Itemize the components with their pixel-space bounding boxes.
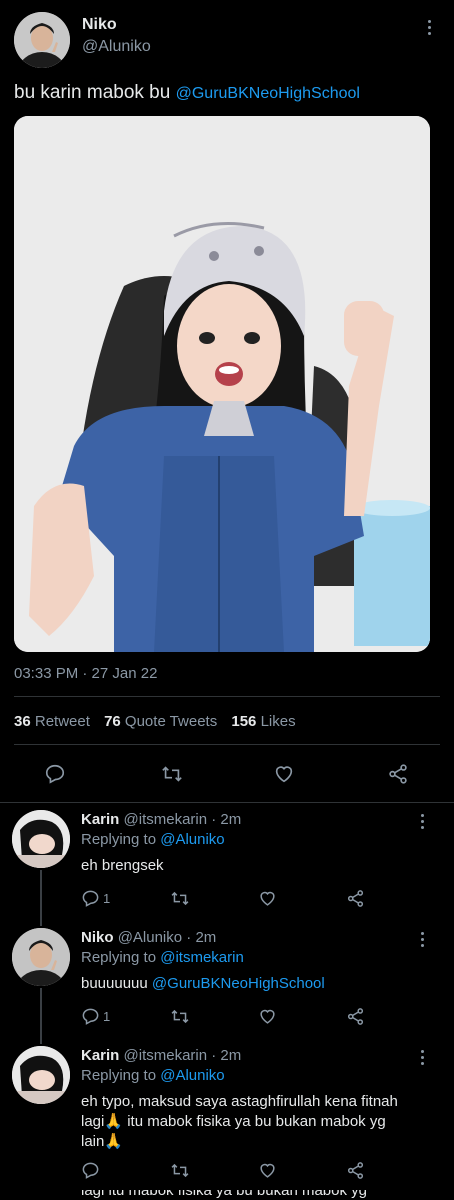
reply-display-name[interactable]: Niko xyxy=(81,929,114,946)
retweet-icon[interactable] xyxy=(160,763,184,785)
like-icon[interactable] xyxy=(273,763,295,785)
reply-text-line: lain🙏 xyxy=(81,1132,441,1152)
quote-tweets-label: Quote Tweets xyxy=(124,713,218,730)
reply-text-fragment: itu mabok fisika ya bu bukan mabok yg xyxy=(123,1113,386,1130)
author-avatar[interactable] xyxy=(14,12,70,68)
reply-text: eh brengsek xyxy=(81,857,164,874)
tweet-text-plain: bu karin mabok bu xyxy=(14,82,171,103)
author-display-name[interactable]: Niko xyxy=(82,16,117,34)
tweet-text: bu karin mabok bu @GuruBKNeoHighSchool xyxy=(14,82,360,104)
replying-to-link[interactable]: @itsmekarin xyxy=(160,949,244,966)
replying-to-label: Replying to xyxy=(81,831,157,848)
reply-meta[interactable]: @itsmekarin · 2m xyxy=(124,811,242,828)
replying-to-label: Replying to xyxy=(81,1067,157,1084)
replying-to-label: Replying to xyxy=(81,949,157,966)
reply-text: buuuuuuu @GuruBKNeoHighSchool xyxy=(81,974,325,994)
reply-display-name[interactable]: Karin xyxy=(81,1047,119,1064)
pray-emoji: 🙏 xyxy=(104,1133,124,1150)
reply-avatar[interactable] xyxy=(12,928,70,986)
tweet-timestamp[interactable]: 03:33 PM · 27 Jan 22 xyxy=(14,665,157,682)
retweet-count: 36 xyxy=(14,713,31,730)
reply-count: 1 xyxy=(103,891,111,906)
reply-icon[interactable]: 1 xyxy=(81,1007,110,1026)
reply-text-line: lagi🙏 itu mabok fisika ya bu bukan mabok… xyxy=(81,1112,441,1132)
retweet-label: Retweet xyxy=(34,713,90,730)
retweet-icon[interactable] xyxy=(170,889,190,908)
reply-mention-link[interactable]: @GuruBKNeoHighSchool xyxy=(152,975,325,992)
reply-text-fragment: lain xyxy=(81,1133,105,1150)
clipped-text: lagi itu mabok fisika ya bu bukan mabok … xyxy=(81,1190,367,1199)
tweet-stats: 36 Retweet 76 Quote Tweets 156 Likes xyxy=(14,713,296,730)
like-icon[interactable] xyxy=(258,1161,277,1180)
share-icon[interactable] xyxy=(346,1007,365,1026)
retweet-icon[interactable] xyxy=(170,1007,190,1026)
quote-tweets-stat[interactable]: 76 Quote Tweets xyxy=(104,713,221,730)
tweet-mention-link[interactable]: @GuruBKNeoHighSchool xyxy=(176,85,360,102)
reply-text-plain: buuuuuuu xyxy=(81,975,148,992)
likes-count: 156 xyxy=(231,713,257,730)
reply-header: Karin @itsmekarin · 2m xyxy=(81,1047,241,1064)
reply-avatar[interactable] xyxy=(12,1046,70,1104)
reply-icon[interactable] xyxy=(44,763,66,785)
reply-more-icon[interactable] xyxy=(418,1050,426,1065)
photo-illustration xyxy=(14,116,430,652)
divider xyxy=(0,802,454,803)
share-icon[interactable] xyxy=(346,889,365,908)
clipped-overflow-text: lagi itu mabok fisika ya bu bukan mabok … xyxy=(81,1190,441,1200)
thread-line xyxy=(40,870,42,926)
likes-label: Likes xyxy=(260,713,296,730)
retweet-icon[interactable] xyxy=(170,1161,190,1180)
reply-text-fragment: lagi xyxy=(81,1113,105,1130)
reply-text: eh typo, maksud saya astaghfirullah kena… xyxy=(81,1092,441,1152)
divider xyxy=(14,696,440,697)
share-icon[interactable] xyxy=(346,1161,365,1180)
pray-emoji: 🙏 xyxy=(104,1113,124,1130)
like-icon[interactable] xyxy=(258,1007,277,1026)
thread-line xyxy=(40,988,42,1044)
author-handle[interactable]: @Aluniko xyxy=(82,38,151,56)
reply-more-icon[interactable] xyxy=(418,814,426,829)
reply-meta[interactable]: @Aluniko · 2m xyxy=(118,929,217,946)
reply-header: Niko @Aluniko · 2m xyxy=(81,929,216,946)
replying-to-line: Replying to @Aluniko xyxy=(81,831,225,848)
replying-to-link[interactable]: @Aluniko xyxy=(160,1067,224,1084)
share-icon[interactable] xyxy=(387,763,409,785)
replying-to-line: Replying to @Aluniko xyxy=(81,1067,225,1084)
likes-stat[interactable]: 156 Likes xyxy=(231,713,295,730)
reply-text-line: eh typo, maksud saya astaghfirullah kena… xyxy=(81,1093,398,1110)
more-options-icon[interactable] xyxy=(425,20,433,35)
reply-icon[interactable] xyxy=(81,1161,100,1180)
reply-icon[interactable]: 1 xyxy=(81,889,110,908)
tweet-media-image[interactable] xyxy=(14,116,430,652)
reply-count: 1 xyxy=(103,1009,111,1024)
reply-display-name[interactable]: Karin xyxy=(81,811,119,828)
replying-to-link[interactable]: @Aluniko xyxy=(160,831,224,848)
reply-avatar[interactable] xyxy=(12,810,70,868)
retweet-stat[interactable]: 36 Retweet xyxy=(14,713,94,730)
replying-to-line: Replying to @itsmekarin xyxy=(81,949,244,966)
reply-more-icon[interactable] xyxy=(418,932,426,947)
divider xyxy=(14,744,440,745)
quote-tweets-count: 76 xyxy=(104,713,121,730)
like-icon[interactable] xyxy=(258,889,277,908)
reply-header: Karin @itsmekarin · 2m xyxy=(81,811,241,828)
reply-meta[interactable]: @itsmekarin · 2m xyxy=(124,1047,242,1064)
